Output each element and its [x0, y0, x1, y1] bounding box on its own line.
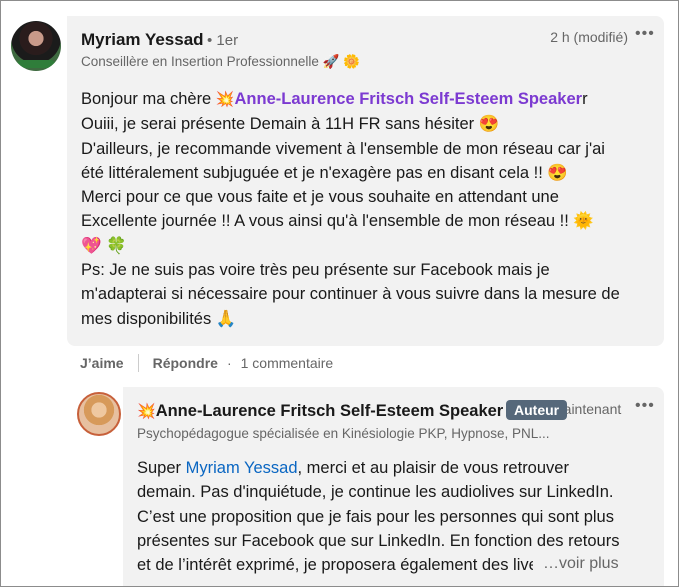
comment-actions-bar: J’aime Répondre · 1 commentaire [80, 354, 333, 372]
comment-author-name[interactable]: Myriam Yessad [81, 30, 204, 50]
comment-line: m'adapterai si nécessaire pour continuer… [81, 285, 620, 304]
explosion-icon: 💥 [215, 91, 235, 108]
comment-line: Merci pour ce que vous faite et je vous … [81, 188, 559, 207]
author-badge: Auteur [506, 400, 568, 420]
author-avatar[interactable] [11, 21, 61, 71]
comment-line: Ps: Je ne suis pas voire très peu présen… [81, 261, 550, 280]
comment-line: 💖 🍀 [81, 236, 127, 255]
replies-count-link[interactable]: 1 commentaire [241, 355, 334, 371]
comment-more-options-icon[interactable]: ••• [635, 25, 655, 43]
connection-degree: • 1er [207, 32, 239, 49]
reply-line-1: Super Myriam Yessad, merci et au plaisir… [137, 456, 657, 480]
actions-divider [137, 354, 139, 372]
comment-line: mes disponibilités 🙏 [81, 309, 237, 328]
reply-author-headline: Psychopédagogue spécialisée en Kinésiolo… [137, 426, 550, 441]
reply-button[interactable]: Répondre [153, 355, 218, 371]
comment-line: été littéralement subjuguée et je n'exag… [81, 163, 568, 182]
mention-link[interactable]: Anne-Laurence Fritsch Self-Esteem Speake… [235, 90, 583, 108]
comment-body: Bonjour ma chère 💥Anne-Laurence Fritsch … [81, 87, 651, 331]
mention-tail-text: r [582, 90, 588, 108]
mention-link[interactable]: Myriam Yessad [186, 459, 298, 477]
reply-line: présentes sur Facebook que sur LinkedIn.… [137, 531, 620, 550]
see-more-link[interactable]: …voir plus [533, 555, 619, 573]
reply-author-name-text: Anne-Laurence Fritsch Self-Esteem Speake… [155, 402, 504, 420]
comment-line: D'ailleurs, je recommande vivement à l'e… [81, 139, 605, 158]
reply-line: demain. Pas d'inquiétude, je continue le… [137, 483, 614, 502]
like-button[interactable]: J’aime [80, 355, 124, 371]
reply-more-options-icon[interactable]: ••• [635, 397, 655, 415]
reply-line: C’est une proposition que je fais pour l… [137, 507, 614, 526]
comment-timestamp: 2 h (modifié) [550, 29, 628, 45]
open-to-work-badge [17, 60, 55, 68]
comment-line-1: Bonjour ma chère 💥Anne-Laurence Fritsch … [81, 87, 651, 112]
reply-text: , merci et au plaisir de vous retrouver [297, 459, 569, 477]
separator-dot: · [226, 355, 232, 371]
reply-intro-text: Super [137, 459, 186, 477]
comment-line: Excellente journée !! A vous ainsi qu'à … [81, 212, 594, 231]
comment-thread: Myriam Yessad • 1er Conseillère en Inser… [0, 0, 679, 587]
greeting-text: Bonjour ma chère [81, 90, 216, 108]
comment-line: Ouiii, je serai présente Demain à 11H FR… [81, 115, 500, 134]
reply-author-avatar[interactable] [77, 392, 121, 436]
reply-author-name[interactable]: 💥Anne-Laurence Fritsch Self-Esteem Speak… [137, 402, 503, 421]
explosion-icon: 💥 [137, 403, 156, 420]
comment-author-headline: Conseillère en Insertion Professionnelle… [81, 54, 361, 69]
